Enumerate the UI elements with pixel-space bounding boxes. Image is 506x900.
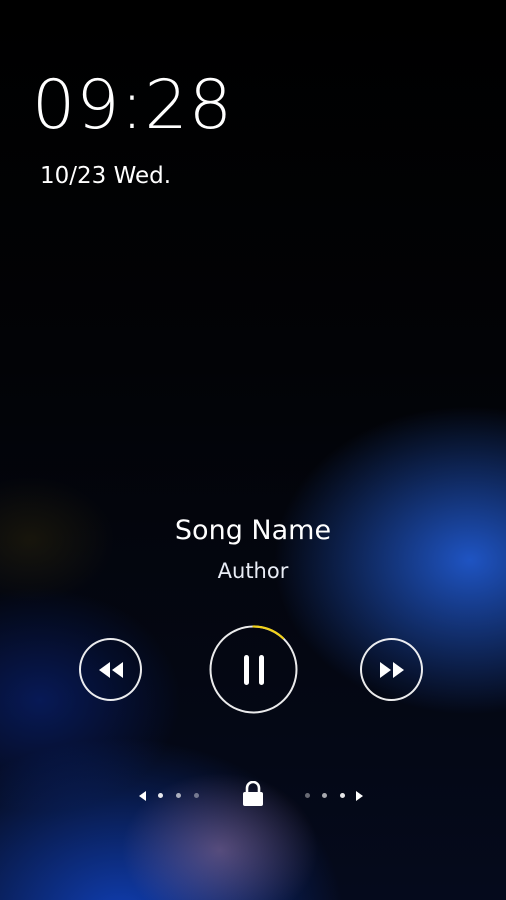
pause-icon xyxy=(243,654,264,685)
chevron-right-icon xyxy=(356,791,363,801)
chevron-left-icon xyxy=(139,791,146,801)
lock-icon[interactable] xyxy=(242,781,264,807)
song-author: Author xyxy=(217,559,289,583)
pager-dot xyxy=(194,793,199,798)
pager-dot xyxy=(158,793,163,798)
pager-dot xyxy=(322,793,327,798)
play-pause-button[interactable] xyxy=(209,625,298,714)
pager-dot xyxy=(340,793,345,798)
pager-dot xyxy=(176,793,181,798)
next-track-button[interactable] xyxy=(360,638,423,701)
clock-time: 09:28 xyxy=(32,66,233,145)
pager-dot xyxy=(305,793,310,798)
rewind-icon xyxy=(98,661,123,678)
clock-date: 10/23 Wed. xyxy=(40,163,172,189)
fast-forward-icon xyxy=(379,661,404,678)
song-title: Song Name xyxy=(174,515,332,546)
previous-track-button[interactable] xyxy=(79,638,142,701)
